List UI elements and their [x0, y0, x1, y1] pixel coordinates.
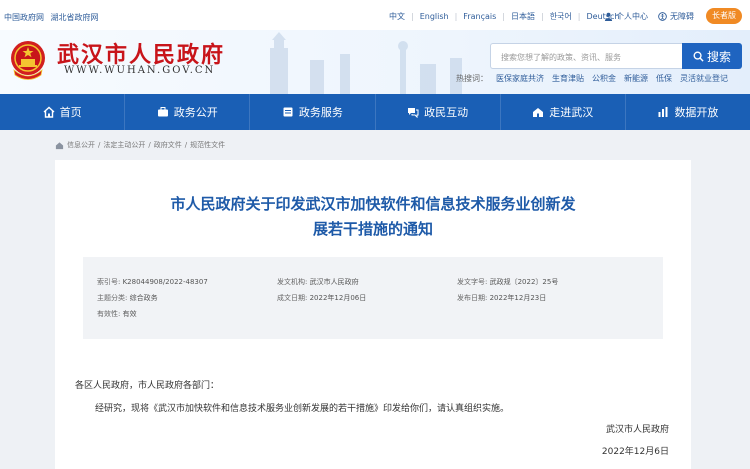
nav-item-label: 政务公开: [173, 106, 218, 119]
elder-mode-button[interactable]: 长者版: [706, 8, 742, 24]
meta-label: 有效性:: [97, 310, 121, 318]
meta-value: 2022年12月23日: [489, 294, 547, 302]
lang-chinese[interactable]: 中文: [389, 11, 405, 22]
meta-label: 发布日期:: [457, 294, 488, 302]
barrier-free-label: 无障碍: [670, 12, 694, 21]
meta-value: 2022年12月06日: [309, 294, 367, 302]
search-icon: [693, 51, 704, 62]
document-signature: 武汉市人民政府: [605, 425, 669, 435]
divider: |: [540, 12, 544, 21]
document-metadata: 索引号: K28044908/2022-48307 发文机构: 武汉市人民政府 …: [83, 257, 663, 339]
top-utility-bar: 中国政府网 湖北省政府网 中文 | English | Français | 日本語 |…: [0, 0, 750, 30]
nav-item-gov-affairs-open[interactable]: 政务公开: [125, 94, 251, 130]
meta-validity: 有效性: 有效: [97, 309, 137, 319]
breadcrumb-separator: /: [148, 141, 151, 149]
hot-word[interactable]: 公积金: [592, 73, 616, 84]
portal-link-hubei[interactable]: 湖北省政府网: [51, 13, 99, 22]
document-panel: 市人民政府关于印发武汉市加快软件和信息技术服务业创新发 展若干措施的通知 索引号…: [55, 160, 691, 469]
divider: |: [411, 12, 414, 21]
portal-links: 中国政府网 湖北省政府网: [4, 12, 103, 23]
meta-label: 主题分类:: [97, 294, 128, 302]
accessibility-icon: [658, 12, 667, 21]
nav-item-label: 走进武汉: [549, 106, 594, 119]
meta-value: K28044908/2022-48307: [122, 278, 208, 286]
nav-item-about-wuhan[interactable]: 走进武汉: [501, 94, 626, 130]
meta-value: 有效: [122, 310, 137, 318]
breadcrumb-item[interactable]: 规范性文件: [190, 140, 225, 150]
hot-word[interactable]: 医保家庭共济: [496, 73, 544, 84]
national-emblem-icon: [11, 41, 45, 80]
breadcrumb-separator: /: [184, 141, 188, 149]
portal-link-gov-cn[interactable]: 中国政府网: [4, 13, 44, 22]
hot-word[interactable]: 灵活就业登记: [680, 73, 728, 84]
divider: |: [454, 12, 458, 21]
divider: |: [577, 12, 581, 21]
meta-value: 综合政务: [129, 294, 158, 302]
nav-item-label: 首页: [59, 106, 82, 119]
nav-item-open-data[interactable]: 数据开放: [626, 94, 750, 130]
user-center-link[interactable]: 个人中心: [604, 11, 648, 22]
nav-item-label: 数据开放: [674, 106, 719, 119]
breadcrumb-item[interactable]: 政府文件: [154, 140, 182, 150]
meta-issuer: 发文机构: 武汉市人民政府: [277, 277, 359, 287]
main-nav: 首页 政务公开 政务服务 政民互动 走进武汉 数据开放: [0, 94, 750, 130]
breadcrumb: 信息公开 / 法定主动公开 / 政府文件 / 规范性文件: [55, 140, 225, 150]
meta-label: 索引号:: [97, 278, 121, 286]
meta-index: 索引号: K28044908/2022-48307: [97, 277, 208, 287]
hot-search-words: 热搜词： 医保家庭共济 生育津贴 公积金 新能源 低保 灵活就业登记: [456, 73, 728, 84]
site-header: 武汉市人民政府 WWW.WUHAN.GOV.CN 搜索您想了解的政策、资讯、服务…: [0, 30, 750, 94]
nav-item-home[interactable]: 首页: [0, 94, 126, 130]
hot-word[interactable]: 生育津贴: [552, 73, 584, 84]
breadcrumb-item[interactable]: 信息公开: [67, 140, 95, 150]
document-paragraph: 经研究，现将《武汉市加快软件和信息技术服务业创新发展的若干措施》印发给你们，请认…: [95, 404, 510, 414]
search-input[interactable]: 搜索您想了解的政策、资讯、服务: [490, 43, 683, 69]
nav-item-interaction[interactable]: 政民互动: [376, 94, 501, 130]
document-date: 2022年12月6日: [601, 447, 669, 457]
meta-created-date: 成文日期: 2022年12月06日: [277, 293, 366, 303]
home-icon[interactable]: [55, 141, 64, 150]
hot-word[interactable]: 低保: [656, 73, 672, 84]
city-skyline-illustration: [270, 32, 462, 94]
home-icon: [43, 106, 55, 118]
lang-english[interactable]: English: [420, 12, 449, 21]
hot-search-label: 热搜词：: [456, 74, 488, 83]
meta-value: 武政规〔2022〕25号: [489, 278, 559, 286]
document-title-line: 展若干措施的通知: [312, 220, 433, 238]
city-icon: [533, 108, 544, 117]
nav-item-label: 政务服务: [298, 106, 343, 119]
document-title: 市人民政府关于印发武汉市加快软件和信息技术服务业创新发 展若干措施的通知: [95, 192, 651, 242]
language-switcher: 中文 | English | Français | 日本語 | 한국어 | Deutsch: [389, 11, 625, 22]
divider: |: [502, 12, 505, 21]
briefcase-icon: [157, 107, 168, 117]
service-icon: [283, 107, 293, 117]
lang-korean[interactable]: 한국어: [550, 11, 572, 22]
search-button[interactable]: 搜索: [682, 43, 742, 69]
breadcrumb-separator: /: [98, 141, 101, 149]
site-domain: WWW.WUHAN.GOV.CN: [64, 65, 216, 76]
hot-word[interactable]: 新能源: [624, 73, 648, 84]
lang-japanese[interactable]: 日本語: [511, 11, 535, 22]
nav-item-gov-services[interactable]: 政务服务: [250, 94, 376, 130]
search-button-label: 搜索: [706, 49, 731, 64]
user-center-label: 个人中心: [616, 12, 648, 21]
meta-value: 武汉市人民政府: [309, 278, 359, 286]
meta-doc-number: 发文字号: 武政规〔2022〕25号: [457, 277, 558, 287]
interaction-icon: [408, 108, 419, 118]
document-title-line: 市人民政府关于印发武汉市加快软件和信息技术服务业创新发: [170, 195, 576, 213]
chart-icon: [658, 107, 668, 117]
breadcrumb-item[interactable]: 法定主动公开: [103, 140, 145, 150]
user-icon: [604, 12, 613, 21]
document-salutation: 各区人民政府，市人民政府各部门：: [75, 381, 220, 391]
meta-category: 主题分类: 综合政务: [97, 293, 158, 303]
lang-french[interactable]: Français: [463, 12, 496, 21]
meta-published-date: 发布日期: 2022年12月23日: [457, 293, 546, 303]
meta-label: 发文字号:: [457, 278, 488, 286]
barrier-free-link[interactable]: 无障碍: [658, 11, 694, 22]
nav-item-label: 政民互动: [424, 106, 469, 119]
meta-label: 成文日期:: [277, 294, 308, 302]
meta-label: 发文机构:: [277, 278, 308, 286]
